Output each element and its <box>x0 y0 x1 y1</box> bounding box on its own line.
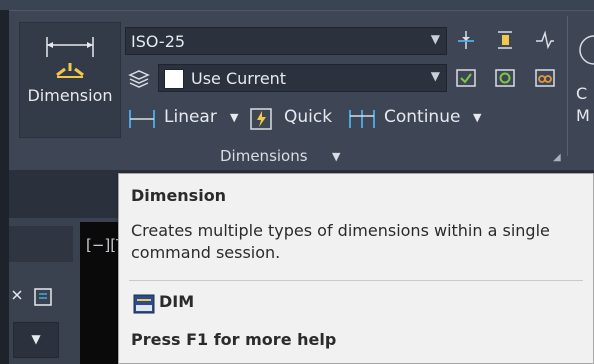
chevron-down-icon: ▼ <box>430 32 440 46</box>
next-panel-icon <box>579 35 594 65</box>
chevron-down-icon: ▼ <box>430 69 440 83</box>
palette-dropdown[interactable]: ▼ <box>13 322 59 358</box>
dimension-break-icon[interactable] <box>455 29 477 51</box>
next-panel-label: C <box>576 84 588 103</box>
command-icon <box>133 294 155 314</box>
linear-dropdown-icon[interactable]: ▼ <box>230 111 238 124</box>
dimension-tools-row: Linear ▼ Quick Continue ▼ <box>128 106 488 132</box>
dimension-button[interactable]: Dimension <box>19 22 121 138</box>
linear-button[interactable]: Linear <box>164 107 217 127</box>
left-edge <box>0 10 9 364</box>
palette-toolbar <box>12 288 52 306</box>
continue-dropdown-icon[interactable]: ▼ <box>473 111 481 124</box>
reassociate-icon[interactable] <box>534 67 556 89</box>
quick-button[interactable]: Quick <box>284 107 332 127</box>
inspect-icon[interactable] <box>455 67 477 89</box>
layers-icon <box>128 70 150 88</box>
jogged-linear-icon[interactable] <box>534 29 556 51</box>
palette-tab[interactable] <box>9 226 73 262</box>
dimstyle-value: ISO-25 <box>131 32 186 51</box>
panel-separator <box>567 16 568 156</box>
tooltip-title: Dimension <box>131 186 227 205</box>
linear-icon <box>129 110 155 128</box>
sparkle-icon <box>12 290 22 300</box>
update-icon[interactable] <box>494 67 516 89</box>
adjust-space-icon[interactable] <box>494 29 516 51</box>
quick-dimension-icon <box>250 108 272 130</box>
tooltip-help: Press F1 for more help <box>131 330 337 349</box>
color-swatch <box>164 69 184 89</box>
tooltip-command: DIM <box>159 292 195 311</box>
tooltip-divider <box>129 280 583 281</box>
tooltip-description: Creates multiple types of dimensions wit… <box>131 221 550 262</box>
dimension-button-label: Dimension <box>27 86 113 105</box>
dialog-launcher-icon[interactable]: ◢ <box>553 152 561 163</box>
panel-title[interactable]: Dimensions <box>220 147 308 165</box>
layer-combo[interactable]: Use Current ▼ <box>158 64 447 92</box>
continue-button[interactable]: Continue <box>384 107 460 127</box>
chevron-down-icon[interactable]: ▼ <box>332 150 340 163</box>
dimstyle-combo[interactable]: ISO-25 ▼ <box>125 27 447 55</box>
tooltip: Dimension Creates multiple types of dime… <box>118 173 594 364</box>
dimension-icon <box>46 37 94 78</box>
next-panel-label-2: M <box>576 106 590 125</box>
continue-icon <box>349 110 375 128</box>
properties-icon <box>34 288 52 306</box>
layer-value: Use Current <box>191 69 287 88</box>
